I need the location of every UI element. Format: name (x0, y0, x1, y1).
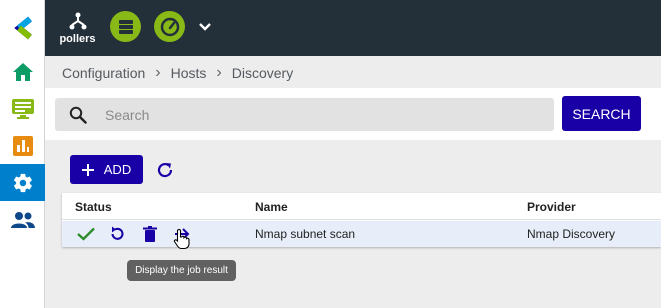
sidebar-item-reporting[interactable] (0, 127, 45, 164)
column-header-name[interactable]: Name (255, 200, 288, 214)
database-status-button[interactable] (110, 11, 141, 42)
gauge-icon (160, 17, 179, 36)
database-icon (118, 19, 133, 34)
plus-icon (81, 163, 94, 176)
hand-cursor-icon (173, 228, 190, 250)
breadcrumb-item-configuration[interactable]: Configuration (62, 65, 145, 81)
expand-status-button[interactable] (195, 17, 215, 37)
chevron-right-icon: › (155, 64, 161, 81)
jobs-table: Status Name Provider Nmap subnet scan Nm… (62, 193, 661, 247)
search-input[interactable] (105, 98, 545, 131)
refresh-button[interactable] (154, 159, 176, 181)
pollers-label: pollers (59, 32, 96, 45)
breadcrumb-item-discovery[interactable]: Discovery (232, 65, 293, 81)
sidebar-item-monitoring[interactable] (0, 90, 45, 127)
check-icon (76, 224, 96, 244)
top-header: pollers (45, 0, 661, 56)
tooltip: Display the job result (127, 260, 236, 281)
sidebar-item-home[interactable] (0, 53, 45, 90)
home-icon (12, 62, 33, 81)
job-provider-cell: Nmap Discovery (527, 227, 616, 241)
rerun-job-button[interactable] (107, 224, 127, 244)
search-icon (69, 106, 87, 124)
app-window: pollers Configuration › Hosts › Discover… (0, 0, 661, 308)
pollers-button[interactable]: pollers (55, 0, 100, 56)
refresh-icon (157, 162, 173, 178)
delete-job-button[interactable] (140, 224, 160, 244)
services-status-button[interactable] (154, 11, 185, 42)
table-row[interactable]: Nmap subnet scan Nmap Discovery (62, 221, 661, 247)
centreon-logo-icon[interactable] (0, 0, 45, 56)
column-header-provider[interactable]: Provider (527, 200, 576, 214)
chevron-right-icon: › (216, 64, 222, 81)
add-button[interactable]: ADD (70, 155, 143, 184)
column-header-status[interactable]: Status (75, 200, 112, 214)
breadcrumb-item-hosts[interactable]: Hosts (171, 65, 207, 81)
search-panel: SEARCH (45, 88, 661, 140)
monitor-icon (11, 98, 34, 119)
breadcrumb: Configuration › Hosts › Discovery (62, 64, 293, 82)
chevron-down-icon (199, 23, 211, 31)
sidebar (0, 0, 45, 308)
sidebar-item-configuration[interactable] (0, 164, 45, 201)
gear-icon (13, 173, 32, 192)
rerun-icon (111, 226, 124, 240)
job-name-cell: Nmap subnet scan (255, 227, 356, 241)
table-header: Status Name Provider (62, 193, 661, 220)
search-box[interactable] (55, 98, 554, 131)
search-button[interactable]: SEARCH (562, 96, 641, 131)
trash-icon (143, 226, 157, 242)
pollers-icon (69, 12, 86, 29)
bar-chart-icon (12, 135, 33, 156)
sidebar-item-administration[interactable] (0, 201, 45, 238)
add-button-label: ADD (103, 162, 132, 177)
users-icon (10, 211, 35, 228)
